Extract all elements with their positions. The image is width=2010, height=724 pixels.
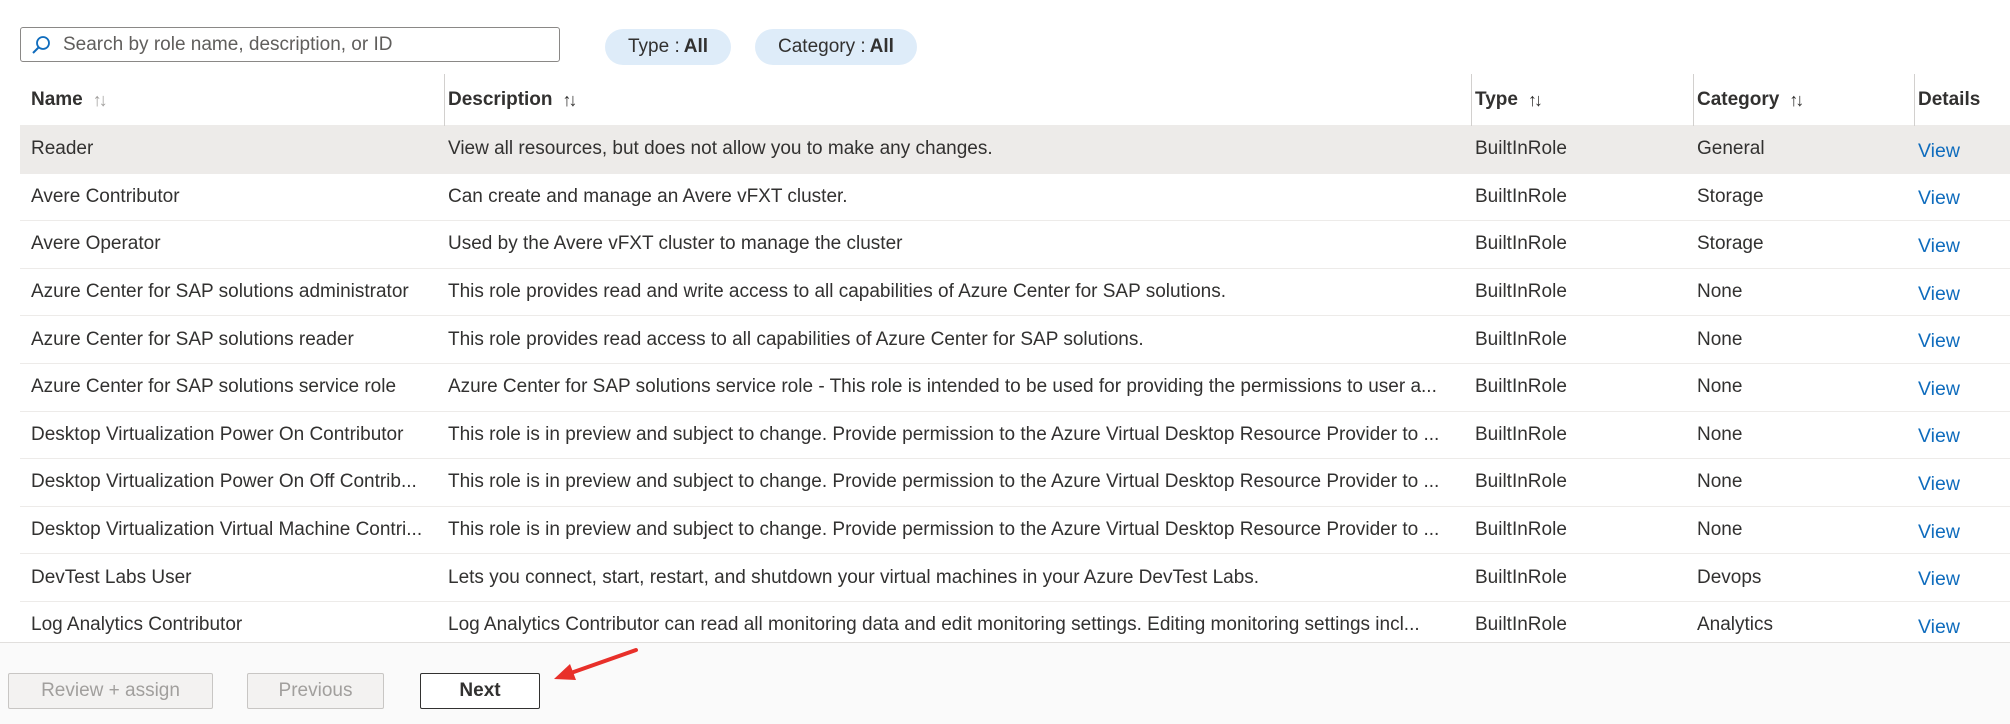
type-filter-label: Type [628, 36, 670, 57]
cell-category: General [1697, 138, 1765, 160]
search-icon [32, 35, 50, 54]
table-row[interactable]: Azure Center for SAP solutions reader Thi… [20, 316, 2010, 364]
table-row[interactable]: Desktop Virtualization Virtual Machine C… [20, 507, 2010, 555]
table-row[interactable]: Reader View all resources, but does not a… [20, 126, 2010, 174]
cell-description: This role is in preview and subject to c… [448, 471, 1440, 493]
cell-type: BuiltInRole [1475, 519, 1567, 541]
category-filter-label: Category [778, 36, 856, 57]
cell-name: Desktop Virtualization Power On Off Cont… [31, 471, 417, 493]
table-row[interactable]: Azure Center for SAP solutions service r… [20, 364, 2010, 412]
view-details-link[interactable]: View [1918, 412, 1998, 459]
cell-category: None [1697, 376, 1743, 398]
cell-type: BuiltInRole [1475, 185, 1567, 207]
cell-description: This role is in preview and subject to c… [448, 519, 1440, 541]
sort-icon[interactable]: ↑↓ [1789, 90, 1804, 111]
sort-icon[interactable]: ↑↓ [93, 90, 108, 111]
cell-type: BuiltInRole [1475, 566, 1567, 588]
cell-category: Storage [1697, 185, 1764, 207]
table-row[interactable]: Desktop Virtualization Power On Contribu… [20, 412, 2010, 460]
column-divider[interactable] [1914, 74, 1915, 126]
view-details-link[interactable]: View [1918, 554, 1998, 601]
cell-name: Azure Center for SAP solutions reader [31, 328, 354, 350]
cell-name: Azure Center for SAP solutions administr… [31, 281, 409, 303]
search-box[interactable] [20, 27, 560, 62]
cell-description: View all resources, but does not allow y… [448, 138, 993, 160]
column-divider[interactable] [1471, 74, 1472, 126]
previous-button[interactable]: Previous [247, 673, 384, 709]
cell-type: BuiltInRole [1475, 376, 1567, 398]
category-filter-pill[interactable]: Category : All [755, 29, 917, 65]
table-row[interactable]: Avere Contributor Can create and manage a… [20, 174, 2010, 222]
view-details-link[interactable]: View [1918, 364, 1998, 411]
view-details-link[interactable]: View [1918, 269, 1998, 316]
column-divider[interactable] [444, 74, 445, 126]
cell-name: Reader [31, 138, 94, 160]
column-divider[interactable] [1693, 74, 1694, 126]
cell-type: BuiltInRole [1475, 471, 1567, 493]
table-row[interactable]: Avere Operator Used by the Avere vFXT clu… [20, 221, 2010, 269]
search-input[interactable] [63, 28, 559, 61]
view-details-link[interactable]: View [1918, 126, 1998, 173]
next-button[interactable]: Next [420, 673, 540, 709]
type-filter-pill[interactable]: Type : All [605, 29, 732, 65]
cell-category: Storage [1697, 233, 1764, 255]
red-arrow-icon [554, 648, 638, 680]
column-header-type[interactable]: Type ↑↓ [1471, 74, 1543, 126]
table-row[interactable]: Azure Center for SAP solutions administr… [20, 269, 2010, 317]
cell-type: BuiltInRole [1475, 233, 1567, 255]
cell-type: BuiltInRole [1475, 423, 1567, 445]
view-details-link[interactable]: View [1918, 507, 1998, 554]
column-header-details: Details [1914, 74, 1980, 126]
cell-description: Used by the Avere vFXT cluster to manage… [448, 233, 903, 255]
cell-category: None [1697, 423, 1743, 445]
table-row[interactable]: DevTest Labs User Lets you connect, start… [20, 554, 2010, 602]
category-filter-value: All [869, 36, 894, 57]
cell-type: BuiltInRole [1475, 138, 1567, 160]
footer-bar: Review + assign Previous Next [0, 642, 2010, 724]
cell-description: This role is in preview and subject to c… [448, 423, 1440, 445]
cell-description: Lets you connect, start, restart, and sh… [448, 566, 1260, 588]
cell-category: None [1697, 519, 1743, 541]
table-header: Name ↑↓ Description ↑↓ Type ↑↓ Category … [20, 74, 2010, 126]
column-header-description[interactable]: Description ↑↓ [444, 74, 578, 126]
cell-name: DevTest Labs User [31, 566, 192, 588]
cell-name: Azure Center for SAP solutions service r… [31, 376, 397, 398]
table-row[interactable]: Desktop Virtualization Power On Off Cont… [20, 459, 2010, 507]
view-details-link[interactable]: View [1918, 459, 1998, 506]
view-details-link[interactable]: View [1918, 316, 1998, 363]
cell-description: This role provides read and write access… [448, 281, 1226, 303]
cell-name: Avere Contributor [31, 185, 180, 207]
column-header-name[interactable]: Name ↑↓ [31, 74, 108, 126]
column-header-category[interactable]: Category ↑↓ [1693, 74, 1804, 126]
cell-category: None [1697, 328, 1743, 350]
table-body: Reader View all resources, but does not a… [20, 126, 2010, 650]
cell-description: Azure Center for SAP solutions service r… [448, 376, 1437, 398]
view-details-link[interactable]: View [1918, 174, 1998, 221]
cell-name: Desktop Virtualization Virtual Machine C… [31, 519, 423, 541]
review-assign-button[interactable]: Review + assign [8, 673, 213, 709]
cell-type: BuiltInRole [1475, 328, 1567, 350]
sort-icon[interactable]: ↑↓ [563, 90, 578, 111]
cell-category: None [1697, 281, 1743, 303]
sort-icon[interactable]: ↑↓ [1528, 90, 1543, 111]
cell-category: None [1697, 471, 1743, 493]
cell-name: Avere Operator [31, 233, 161, 255]
cell-description: Can create and manage an Avere vFXT clus… [448, 185, 848, 207]
roles-table: Name ↑↓ Description ↑↓ Type ↑↓ Category … [20, 74, 2010, 650]
cell-description: This role provides read access to all ca… [448, 328, 1144, 350]
cell-category: Devops [1697, 566, 1762, 588]
cell-type: BuiltInRole [1475, 281, 1567, 303]
cell-name: Desktop Virtualization Power On Contribu… [31, 423, 404, 445]
view-details-link[interactable]: View [1918, 221, 1998, 268]
type-filter-value: All [683, 36, 709, 57]
